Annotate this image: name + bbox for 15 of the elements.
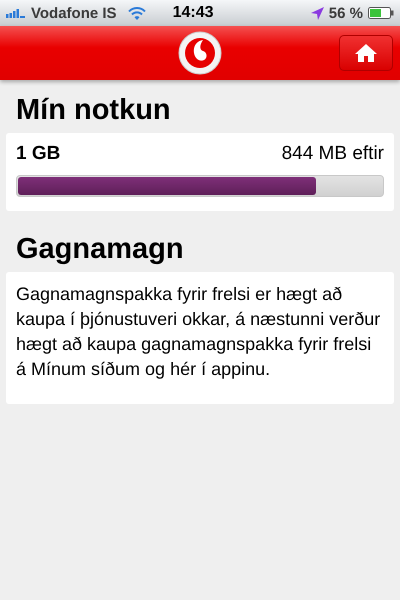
info-text: Gagnamagnspakka fyrir frelsi er hægt að kaupa í þjónustuveri okkar, á næstunni verður hægt að kaupa gagnamagnspakka fyrir frelsi á Mínum síðum og hér í appinu. — [16, 283, 382, 381]
carrier-name: Vodafone IS — [31, 4, 117, 22]
home-button[interactable] — [339, 35, 393, 71]
clock: 14:43 — [172, 4, 214, 22]
signal-icon — [6, 8, 26, 18]
logo-icon — [178, 31, 222, 75]
battery-icon — [368, 7, 394, 19]
remaining-data: 844 MB eftir — [282, 143, 384, 165]
battery-percentage: 56 % — [328, 4, 363, 22]
location-arrow-icon — [310, 6, 324, 20]
plan-size: 1 GB — [16, 143, 60, 165]
section-heading: Mín notkun — [16, 94, 172, 127]
house-icon — [354, 43, 378, 63]
wifi-icon — [128, 6, 146, 20]
section-heading: Gagnamagn — [16, 233, 185, 266]
